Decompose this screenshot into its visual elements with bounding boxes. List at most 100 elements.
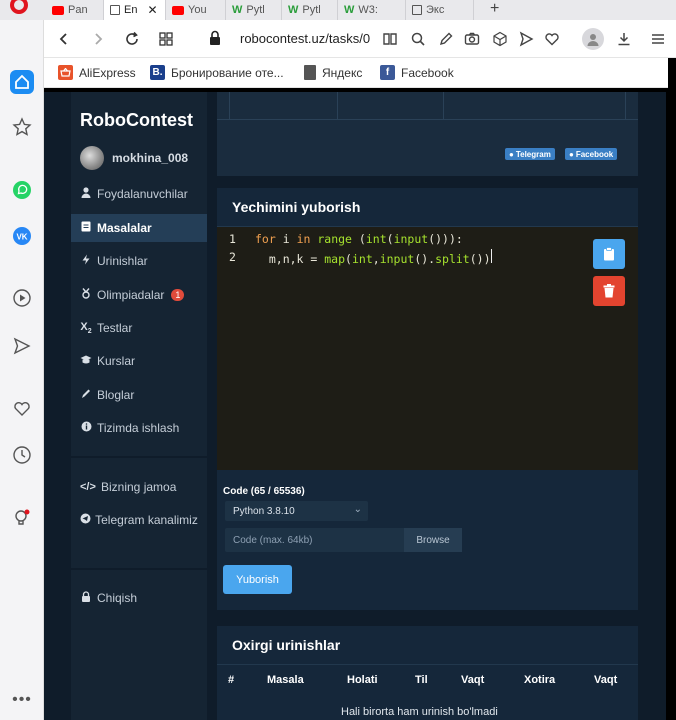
code-file-input[interactable]: Code (max. 64kb) Browse: [225, 528, 462, 552]
back-icon[interactable]: [54, 29, 74, 49]
blog-icon: [80, 388, 92, 402]
telegram-icon: [80, 510, 92, 530]
tests-icon: X2: [80, 320, 92, 336]
telegram-share-button[interactable]: ● Telegram: [505, 148, 555, 160]
player-icon[interactable]: [10, 286, 34, 310]
nav-foydalanuvchilar[interactable]: Foydalanuvchilar: [71, 180, 207, 208]
sidebar-divider-2: [71, 568, 207, 570]
forward-icon[interactable]: [88, 29, 108, 49]
code-editor[interactable]: 1 for i in range (int(input())): 2 m,n,k…: [217, 227, 638, 470]
tasks-icon: [80, 221, 92, 235]
menu-icon[interactable]: [648, 29, 668, 49]
robocontest-page: RoboContest mokhina_008 Foydalanuvchilar…: [44, 92, 666, 720]
info-icon: [80, 421, 92, 435]
attempts-icon: [80, 254, 92, 268]
code-line-2: 2 m,n,k = map(int,input().split()): [229, 248, 492, 266]
tab-1[interactable]: En ✕: [104, 0, 166, 20]
language-select[interactable]: Python 3.8.10 ⌄: [225, 501, 368, 521]
code-size-label: Code (65 / 65536): [223, 486, 305, 497]
nav-urinishlar[interactable]: Urinishlar: [71, 247, 207, 275]
home-icon[interactable]: [10, 70, 34, 94]
nav-olimpiadalar[interactable]: Olimpiadalar 1: [71, 281, 207, 309]
task-info-table: [217, 92, 638, 120]
svg-text:VK: VK: [16, 233, 27, 242]
brand-logo[interactable]: RoboContest: [80, 110, 193, 131]
olympiad-icon: [80, 288, 92, 302]
bookmark-aliexpress[interactable]: AliExpress: [58, 65, 136, 80]
nav-kurslar[interactable]: Kurslar: [71, 347, 207, 375]
attempts-title: Oxirgi urinishlar: [232, 637, 341, 653]
telegram-icon: ●: [509, 149, 514, 159]
lock-icon: [80, 591, 92, 605]
column-header: #: [228, 674, 235, 686]
heart-bookmark-icon[interactable]: [542, 29, 562, 49]
nav-telegram-kanalimiz[interactable]: Telegram kanalimiz: [80, 510, 200, 530]
new-tab-icon[interactable]: +: [490, 0, 499, 18]
code-text-2: m,n,k = map(int,input().split()): [255, 248, 492, 266]
page-icon: [110, 5, 120, 15]
facebook-icon: ●: [569, 149, 574, 159]
tab-3[interactable]: W Pytl: [226, 0, 282, 20]
nav-bloglar[interactable]: Bloglar: [71, 381, 207, 409]
camera-icon[interactable]: [462, 29, 482, 49]
more-icon[interactable]: •••: [10, 688, 34, 712]
cube-icon[interactable]: [490, 29, 510, 49]
recent-attempts-card: Oxirgi urinishlar # Masala Holati Til Va…: [217, 626, 638, 720]
nav-testlar[interactable]: X2 Testlar: [71, 314, 207, 342]
w-icon: W: [232, 4, 243, 16]
avatar: [80, 146, 104, 170]
lock-icon[interactable]: [209, 30, 221, 51]
bulb-icon[interactable]: [10, 506, 34, 530]
reader-icon[interactable]: [380, 29, 400, 49]
facebook-share-button[interactable]: ● Facebook: [565, 148, 618, 160]
whatsapp-icon[interactable]: [10, 178, 34, 202]
site-sidebar: RoboContest mokhina_008 Foydalanuvchilar…: [71, 92, 207, 720]
chevron-down-icon: ⌄: [353, 504, 362, 515]
empty-attempts-message: Hali birorta ham urinish bo'lmadi: [341, 706, 498, 718]
copy-code-button[interactable]: [593, 239, 625, 269]
tab-5[interactable]: W W3:: [338, 0, 406, 20]
column-header: Vaqt: [594, 674, 618, 686]
search-icon[interactable]: [408, 29, 428, 49]
speed-dial-icon[interactable]: [156, 29, 176, 49]
send-page-icon[interactable]: [516, 29, 536, 49]
tab-strip: Pan En ✕ You W Pytl W Pytl W W3: Экс +: [0, 0, 676, 20]
url-field[interactable]: robocontest.uz/tasks/0: [240, 31, 370, 46]
star-icon[interactable]: [10, 115, 34, 139]
bookmark-facebook[interactable]: f Facebook: [380, 65, 454, 80]
bookmark-page-icon: [304, 65, 316, 80]
tab-6[interactable]: Экс: [406, 0, 474, 20]
profile-avatar-icon[interactable]: [582, 28, 604, 50]
nav-tizimda-ishlash[interactable]: Tizimda ishlash: [71, 414, 207, 442]
browse-button[interactable]: Browse: [404, 528, 462, 552]
tab-0[interactable]: Pan: [46, 0, 104, 20]
code-line-1: 1 for i in range (int(input())):: [229, 232, 463, 246]
nav-chiqish[interactable]: Chiqish: [71, 584, 207, 612]
edit-icon[interactable]: [436, 29, 456, 49]
facebook-icon: f: [380, 65, 395, 80]
nav-bizning-jamoa[interactable]: </> Bizning jamoa: [71, 473, 207, 501]
youtube-icon: [52, 5, 64, 15]
clear-code-button[interactable]: [593, 276, 625, 306]
bookmark-yandex[interactable]: Яндекс: [304, 65, 362, 80]
vk-icon[interactable]: VK: [10, 224, 34, 248]
column-header: Til: [415, 674, 428, 686]
submit-button[interactable]: Yuborish: [223, 565, 292, 594]
tab-2[interactable]: You: [166, 0, 226, 20]
olympiad-badge: 1: [171, 289, 185, 301]
history-icon[interactable]: [10, 443, 34, 467]
reload-icon[interactable]: [122, 29, 142, 49]
clipboard-icon: [604, 247, 614, 261]
opera-logo-icon[interactable]: [10, 0, 28, 14]
nav-masalalar[interactable]: Masalalar: [71, 214, 207, 242]
download-icon[interactable]: [614, 29, 634, 49]
close-tab-icon[interactable]: ✕: [147, 3, 157, 17]
bookmark-booking[interactable]: B. Бронирование оте...: [150, 65, 284, 80]
heart-icon[interactable]: [10, 397, 34, 421]
booking-icon: B.: [150, 65, 165, 80]
send-icon[interactable]: [10, 334, 34, 358]
user-profile[interactable]: mokhina_008: [80, 146, 188, 170]
user-icon: [80, 187, 92, 201]
address-bar: robocontest.uz/tasks/0: [44, 20, 676, 58]
tab-4[interactable]: W Pytl: [282, 0, 338, 20]
